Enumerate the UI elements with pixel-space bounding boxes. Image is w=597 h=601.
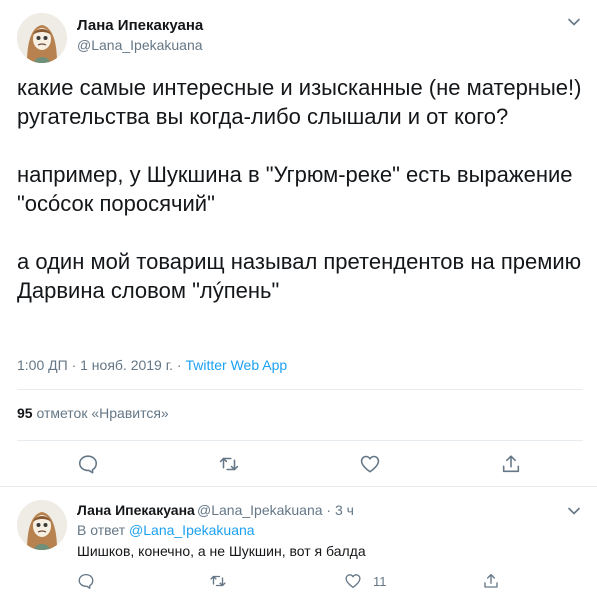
chevron-down-icon[interactable] xyxy=(566,14,582,30)
likes-summary[interactable]: 95 отметок «Нравится» xyxy=(17,405,169,421)
tweet-paragraph: какие самые интересные и изысканные (не … xyxy=(17,75,582,129)
chevron-down-icon[interactable] xyxy=(566,503,582,519)
reply-author-name[interactable]: Лана Ипекакуана xyxy=(77,502,195,518)
reply-meta: @Lana_Ipekakuana · 3 ч xyxy=(197,502,354,518)
likes-label: отметок «Нравится» xyxy=(32,405,169,421)
retweet-icon[interactable] xyxy=(218,453,240,475)
like-icon[interactable] xyxy=(344,572,362,590)
tweet-paragraph: например, у Шукшина в "Угрюм-реке" есть … xyxy=(17,162,573,216)
likes-count: 95 xyxy=(17,405,33,421)
tweet-timestamp-line: 1:00 ДП · 1 нояб. 2019 г. · Twitter Web … xyxy=(17,357,287,373)
reply-context: В ответ @Lana_Ipekakuana xyxy=(77,522,255,538)
reply-icon[interactable] xyxy=(77,453,99,475)
reply-text: Шишков, конечно, а не Шукшин, вот я балд… xyxy=(77,543,366,559)
like-count: 11 xyxy=(373,574,387,589)
avatar[interactable] xyxy=(17,13,67,63)
share-icon[interactable] xyxy=(482,572,500,590)
tweet-separator xyxy=(0,486,597,487)
divider xyxy=(17,389,583,390)
author-handle[interactable]: @Lana_Ipekakuana xyxy=(77,37,203,53)
avatar[interactable] xyxy=(17,500,67,550)
reply-to-link[interactable]: @Lana_Ipekakuana xyxy=(129,522,255,538)
retweet-icon[interactable] xyxy=(209,572,227,590)
like-icon[interactable] xyxy=(359,453,381,475)
tweet-paragraph: а один мой товарищ называл претендентов … xyxy=(17,249,582,303)
source-app-link[interactable]: Twitter Web App xyxy=(185,357,287,373)
reply-time[interactable]: · 3 ч xyxy=(323,502,354,518)
divider xyxy=(17,440,583,441)
share-icon[interactable] xyxy=(500,453,522,475)
reply-prefix: В ответ xyxy=(77,522,130,538)
tweet-text: какие самые интересные и изысканные (не … xyxy=(17,73,587,305)
tweet-timestamp[interactable]: 1:00 ДП · 1 нояб. 2019 г. · xyxy=(17,357,185,373)
reply-icon[interactable] xyxy=(77,572,95,590)
author-name[interactable]: Лана Ипекакуана xyxy=(77,17,203,34)
reply-author-handle[interactable]: @Lana_Ipekakuana xyxy=(197,502,323,518)
main-tweet: Лана Ипекакуана @Lana_Ipekakuana какие с… xyxy=(0,0,597,487)
